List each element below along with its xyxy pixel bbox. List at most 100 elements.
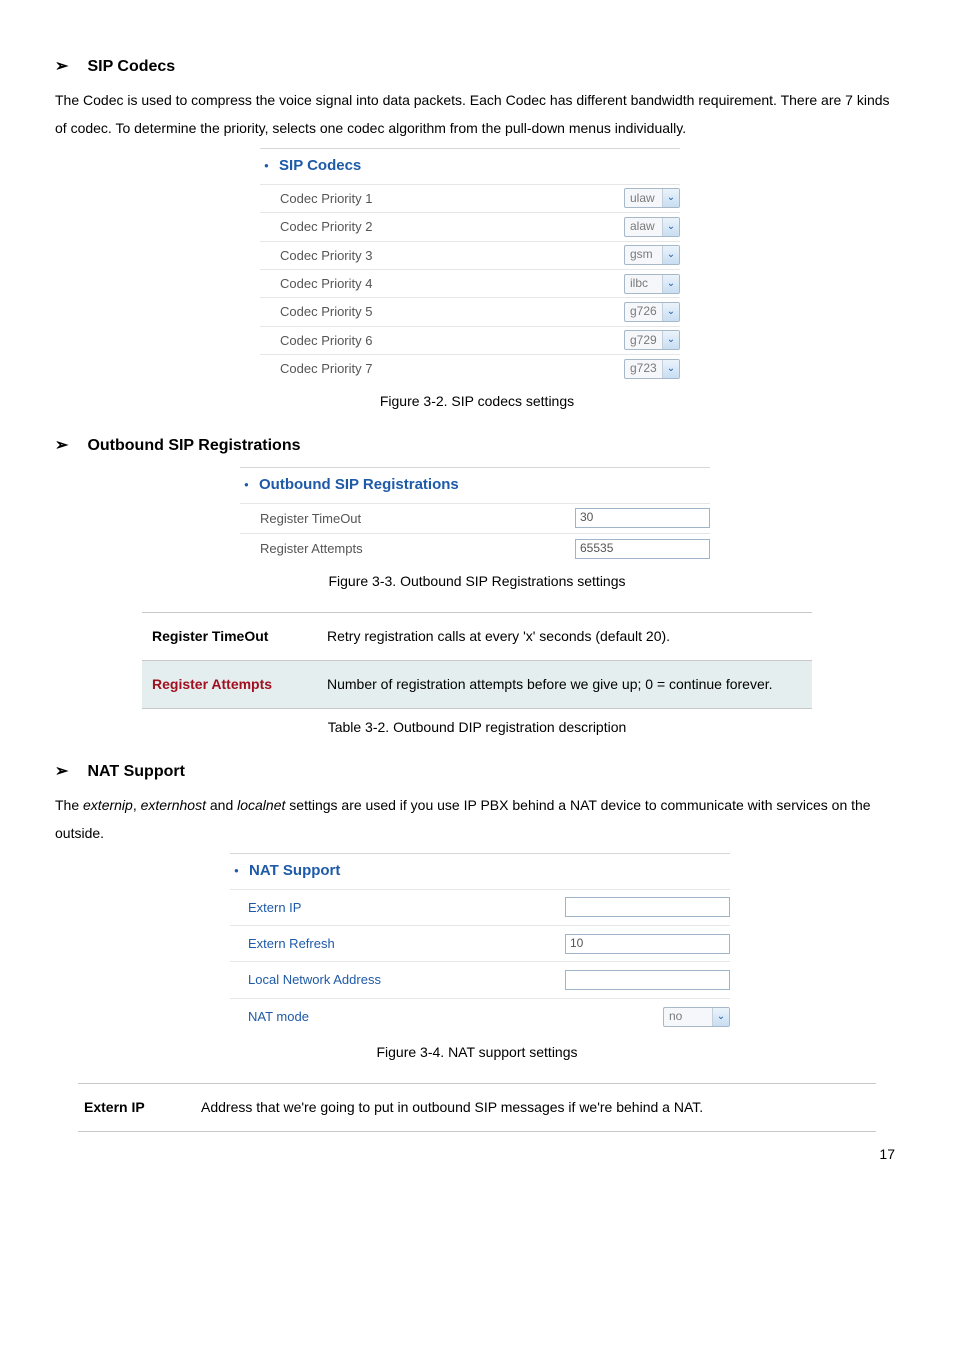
- nat-mode-row: NAT mode no ⌄: [230, 998, 730, 1034]
- row-label: Register Attempts: [260, 537, 575, 560]
- outbound-description-table: Register TimeOut Retry registration call…: [142, 612, 812, 708]
- codec-select[interactable]: ulaw ⌄: [624, 188, 680, 208]
- bullet-dot-icon: ●: [234, 866, 239, 875]
- body-fragment: The: [55, 797, 83, 813]
- codec-select[interactable]: g723 ⌄: [624, 359, 680, 379]
- section-heading-sip-codecs: ➢ SIP Codecs: [55, 53, 899, 82]
- select-value: g723: [625, 358, 662, 380]
- chevron-down-icon: ⌄: [662, 246, 679, 264]
- codec-select[interactable]: alaw ⌄: [624, 217, 680, 237]
- chevron-down-icon: ⌄: [662, 331, 679, 349]
- body-italic: externip: [83, 797, 133, 813]
- extern-ip-input[interactable]: [565, 897, 730, 917]
- codec-row: Codec Priority 6 g729 ⌄: [260, 326, 680, 354]
- chevron-down-icon: ⌄: [662, 218, 679, 236]
- page-number: 17: [55, 1142, 899, 1167]
- bullet-chevron-icon: ➢: [55, 758, 83, 787]
- table-caption: Table 3-2. Outbound DIP registration des…: [55, 715, 899, 740]
- bullet-chevron-icon: ➢: [55, 53, 83, 82]
- section-body: The Codec is used to compress the voice …: [55, 86, 899, 142]
- row-name: Extern IP: [78, 1084, 195, 1132]
- section-body: The externip, externhost and localnet se…: [55, 791, 899, 847]
- body-fragment: and: [206, 797, 237, 813]
- select-value: alaw: [625, 216, 662, 238]
- codec-label: Codec Priority 2: [280, 215, 624, 238]
- extern-refresh-row: Extern Refresh 10: [230, 925, 730, 961]
- row-desc: Number of registration attempts before w…: [317, 661, 812, 709]
- sip-codecs-widget: ● SIP Codecs Codec Priority 1 ulaw ⌄ Cod…: [260, 148, 680, 383]
- row-desc: Retry registration calls at every 'x' se…: [317, 613, 812, 661]
- body-italic: externhost: [141, 797, 206, 813]
- chevron-down-icon: ⌄: [662, 360, 679, 378]
- section-heading-nat: ➢ NAT Support: [55, 758, 899, 787]
- codec-label: Codec Priority 1: [280, 187, 624, 210]
- codec-row: Codec Priority 3 gsm ⌄: [260, 241, 680, 269]
- codec-select[interactable]: gsm ⌄: [624, 245, 680, 265]
- select-value: g726: [625, 301, 662, 323]
- extern-ip-table: Extern IP Address that we're going to pu…: [78, 1083, 876, 1132]
- table-row: Extern IP Address that we're going to pu…: [78, 1084, 876, 1132]
- codec-label: Codec Priority 4: [280, 272, 624, 295]
- bullet-dot-icon: ●: [264, 161, 269, 170]
- register-timeout-input[interactable]: 30: [575, 508, 710, 528]
- select-value: no: [664, 1006, 712, 1028]
- heading-text: SIP Codecs: [87, 58, 175, 75]
- codec-label: Codec Priority 6: [280, 329, 624, 352]
- register-timeout-row: Register TimeOut 30: [240, 503, 710, 533]
- codec-label: Codec Priority 5: [280, 300, 624, 323]
- widget-title-row: ● NAT Support: [230, 853, 730, 889]
- codec-row: Codec Priority 4 ilbc ⌄: [260, 269, 680, 297]
- codec-select[interactable]: g729 ⌄: [624, 330, 680, 350]
- chevron-down-icon: ⌄: [662, 303, 679, 321]
- bullet-dot-icon: ●: [244, 480, 249, 489]
- input-value: 65535: [580, 538, 613, 560]
- row-label: NAT mode: [248, 1005, 663, 1028]
- nat-mode-select[interactable]: no ⌄: [663, 1007, 730, 1027]
- local-network-input[interactable]: [565, 970, 730, 990]
- heading-text: Outbound SIP Registrations: [87, 437, 300, 454]
- row-label: Extern Refresh: [248, 932, 565, 955]
- widget-title: Outbound SIP Registrations: [259, 476, 459, 493]
- extern-ip-row: Extern IP: [230, 889, 730, 925]
- widget-title: SIP Codecs: [279, 157, 361, 174]
- table-row: Register TimeOut Retry registration call…: [142, 613, 812, 661]
- widget-title: NAT Support: [249, 862, 340, 879]
- chevron-down-icon: ⌄: [662, 275, 679, 293]
- input-value: 30: [580, 507, 593, 529]
- select-value: g729: [625, 330, 662, 352]
- codec-select[interactable]: ilbc ⌄: [624, 274, 680, 294]
- select-value: gsm: [625, 244, 662, 266]
- widget-title-row: ● SIP Codecs: [260, 148, 680, 184]
- codec-label: Codec Priority 3: [280, 244, 624, 267]
- body-fragment: ,: [133, 797, 141, 813]
- figure-caption: Figure 3-4. NAT support settings: [55, 1040, 899, 1065]
- codec-row: Codec Priority 5 g726 ⌄: [260, 297, 680, 325]
- chevron-down-icon: ⌄: [712, 1008, 729, 1026]
- table-row: Register Attempts Number of registration…: [142, 661, 812, 709]
- input-value: 10: [570, 933, 583, 955]
- nat-support-widget: ● NAT Support Extern IP Extern Refresh 1…: [230, 853, 730, 1035]
- row-label: Register TimeOut: [260, 507, 575, 530]
- row-name: Register Attempts: [142, 661, 317, 709]
- chevron-down-icon: ⌄: [662, 189, 679, 207]
- bullet-chevron-icon: ➢: [55, 432, 83, 461]
- codec-select[interactable]: g726 ⌄: [624, 302, 680, 322]
- codec-label: Codec Priority 7: [280, 357, 624, 380]
- body-italic: localnet: [237, 797, 285, 813]
- register-attempts-row: Register Attempts 65535: [240, 533, 710, 563]
- row-desc: Address that we're going to put in outbo…: [195, 1084, 876, 1132]
- select-value: ulaw: [625, 188, 662, 210]
- extern-refresh-input[interactable]: 10: [565, 934, 730, 954]
- heading-text: NAT Support: [87, 763, 184, 780]
- row-name: Register TimeOut: [142, 613, 317, 661]
- row-label: Extern IP: [248, 896, 565, 919]
- figure-caption: Figure 3-3. Outbound SIP Registrations s…: [55, 569, 899, 594]
- local-network-row: Local Network Address: [230, 961, 730, 997]
- widget-title-row: ● Outbound SIP Registrations: [240, 467, 710, 503]
- codec-row: Codec Priority 2 alaw ⌄: [260, 212, 680, 240]
- row-label: Local Network Address: [248, 968, 565, 991]
- register-attempts-input[interactable]: 65535: [575, 539, 710, 559]
- codec-row: Codec Priority 1 ulaw ⌄: [260, 184, 680, 212]
- figure-caption: Figure 3-2. SIP codecs settings: [55, 389, 899, 414]
- section-heading-outbound: ➢ Outbound SIP Registrations: [55, 432, 899, 461]
